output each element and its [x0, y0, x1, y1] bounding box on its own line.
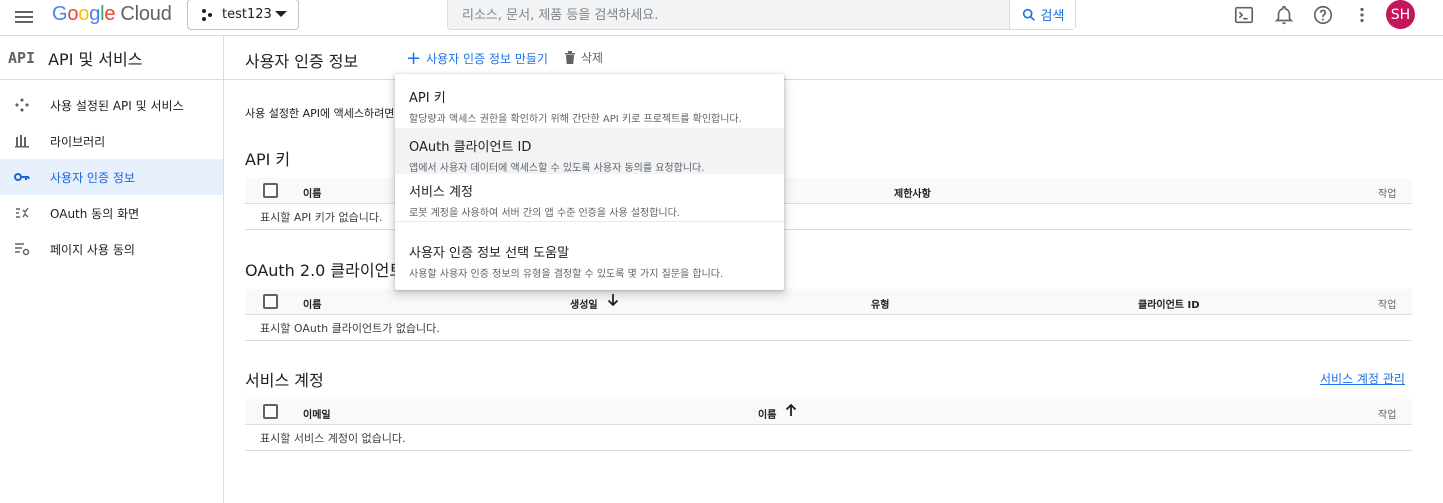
service-accounts-table: 이메일 이름 작업 표시할 서비스 계정이 없습니다. [245, 399, 1412, 451]
services-icon [12, 95, 32, 115]
menu-item-title: 서비스 계정 [409, 185, 473, 200]
arrow-down-icon[interactable] [607, 293, 619, 307]
search-input[interactable] [462, 5, 1002, 25]
column-name[interactable]: 이름 [303, 185, 321, 200]
sidebar-header: API API 및 서비스 [0, 36, 223, 80]
help-icon[interactable] [1312, 4, 1334, 26]
sidebar-item-credentials[interactable]: 사용자 인증 정보 [0, 159, 223, 195]
menu-item-title: OAuth 클라이언트 ID [409, 140, 532, 155]
plus-icon: + [406, 47, 422, 69]
key-icon [12, 167, 32, 187]
column-type[interactable]: 유형 [871, 296, 889, 311]
column-actions: 작업 [1378, 189, 1397, 200]
page-title: 사용자 인증 정보 [245, 52, 359, 71]
menu-item-title: API 키 [409, 91, 446, 106]
google-cloud-logo[interactable]: Google Cloud [52, 3, 172, 26]
settings-list-icon [12, 239, 32, 259]
menu-item-description: 할당량과 액세스 권한을 확인하기 위해 간단한 API 키로 프로젝트를 확인… [409, 114, 742, 125]
menu-item-api-key[interactable]: API 키 할당량과 액세스 권한을 확인하기 위해 간단한 API 키로 프로… [395, 74, 784, 125]
sidebar-item-label: 라이브러리 [50, 134, 106, 149]
sidebar-item-label: 사용자 인증 정보 [50, 170, 135, 185]
project-selector[interactable]: test123 [187, 0, 299, 30]
column-name[interactable]: 이름 [758, 406, 776, 421]
avatar[interactable]: SH [1386, 0, 1415, 29]
intro-text: 사용 설정한 API에 액세스하려면 [245, 107, 395, 120]
column-name[interactable]: 이름 [303, 296, 321, 311]
search-button[interactable]: 검색 [1009, 0, 1075, 29]
menu-item-help-me-choose[interactable]: 사용자 인증 정보 선택 도움말 사용할 사용자 인증 정보의 유형을 결정할 … [395, 234, 784, 280]
create-credentials-button[interactable]: + 사용자 인증 정보 만들기 [406, 47, 548, 69]
manage-service-accounts-link[interactable]: 서비스 계정 관리 [1320, 370, 1405, 387]
sidebar-item-oauth-consent[interactable]: OAuth 동의 화면 [0, 195, 223, 231]
menu-icon[interactable] [12, 5, 36, 29]
bell-icon[interactable] [1273, 4, 1295, 26]
oauth-title: OAuth 2.0 클라이언트 [245, 261, 405, 280]
menu-divider [395, 221, 784, 222]
column-email[interactable]: 이메일 [303, 406, 331, 421]
column-client-id[interactable]: 클라이언트 ID [1138, 296, 1200, 311]
service-accounts-title: 서비스 계정 [245, 371, 324, 390]
search-icon [1022, 8, 1035, 21]
consent-icon [12, 203, 32, 223]
sidebar-title: API 및 서비스 [48, 49, 143, 69]
sidebar-item-label: 사용 설정된 API 및 서비스 [50, 98, 184, 113]
api-keys-title: API 키 [245, 150, 291, 169]
sidebar: API API 및 서비스 사용 설정된 API 및 서비스 라이브러리 사용자… [0, 36, 224, 503]
arrow-up-icon[interactable] [785, 403, 797, 417]
select-all-checkbox[interactable] [263, 404, 278, 419]
sidebar-item-page-usage-agreement[interactable]: 페이지 사용 동의 [0, 231, 223, 267]
library-icon [12, 131, 32, 151]
table-header: 이메일 이름 작업 [245, 399, 1412, 425]
menu-item-description: 사용할 사용자 인증 정보의 유형을 결정할 수 있도록 몇 가지 질문을 합니… [409, 269, 724, 280]
menu-item-service-account[interactable]: 서비스 계정 로봇 계정을 사용하여 서버 간의 앱 수준 인증을 사용 설정합… [395, 174, 784, 220]
menu-item-description: 로봇 계정을 사용하여 서버 간의 앱 수준 인증을 사용 설정합니다. [409, 208, 680, 219]
menu-item-title: 사용자 인증 정보 선택 도움말 [409, 246, 570, 261]
sidebar-item-library[interactable]: 라이브러리 [0, 123, 223, 159]
delete-label: 삭제 [581, 51, 604, 65]
trash-icon [565, 51, 575, 64]
top-app-bar: GoogleCloud test123 검색 SH [0, 0, 1443, 36]
empty-row: 표시할 서비스 계정이 없습니다. [245, 425, 1412, 451]
more-vert-icon[interactable] [1351, 4, 1373, 26]
search-button-label: 검색 [1040, 9, 1065, 24]
oauth-table: 이름 생성일 유형 클라이언트 ID 작업 표시할 OAuth 클라이언트가 없… [245, 289, 1412, 341]
empty-row: 표시할 OAuth 클라이언트가 없습니다. [245, 315, 1412, 341]
create-credentials-label: 사용자 인증 정보 만들기 [426, 52, 548, 66]
project-icon [202, 8, 212, 21]
project-name: test123 [222, 7, 272, 22]
menu-item-oauth-client-id[interactable]: OAuth 클라이언트 ID 앱에서 사용자 데이터에 액세스할 수 있도록 사… [395, 128, 784, 174]
select-all-checkbox[interactable] [263, 183, 278, 198]
column-restrictions[interactable]: 제한사항 [894, 185, 931, 200]
table-header: 이름 생성일 유형 클라이언트 ID 작업 [245, 289, 1412, 315]
create-credentials-menu: API 키 할당량과 액세스 권한을 확인하기 위해 간단한 API 키로 프로… [395, 74, 784, 290]
chevron-down-icon [275, 11, 287, 17]
column-created[interactable]: 생성일 [570, 296, 598, 311]
terminal-icon[interactable] [1233, 4, 1255, 26]
api-badge: API [8, 48, 36, 67]
search-bar: 검색 [447, 0, 1076, 30]
column-actions: 작업 [1378, 410, 1397, 421]
sidebar-item-enabled-apis[interactable]: 사용 설정된 API 및 서비스 [0, 87, 223, 123]
sidebar-item-label: 페이지 사용 동의 [50, 242, 135, 257]
column-actions: 작업 [1378, 300, 1397, 311]
menu-item-description: 앱에서 사용자 데이터에 액세스할 수 있도록 사용자 동의를 요청합니다. [409, 163, 705, 174]
delete-button[interactable]: 삭제 [564, 49, 603, 66]
select-all-checkbox[interactable] [263, 294, 278, 309]
sidebar-item-label: OAuth 동의 화면 [50, 206, 140, 221]
